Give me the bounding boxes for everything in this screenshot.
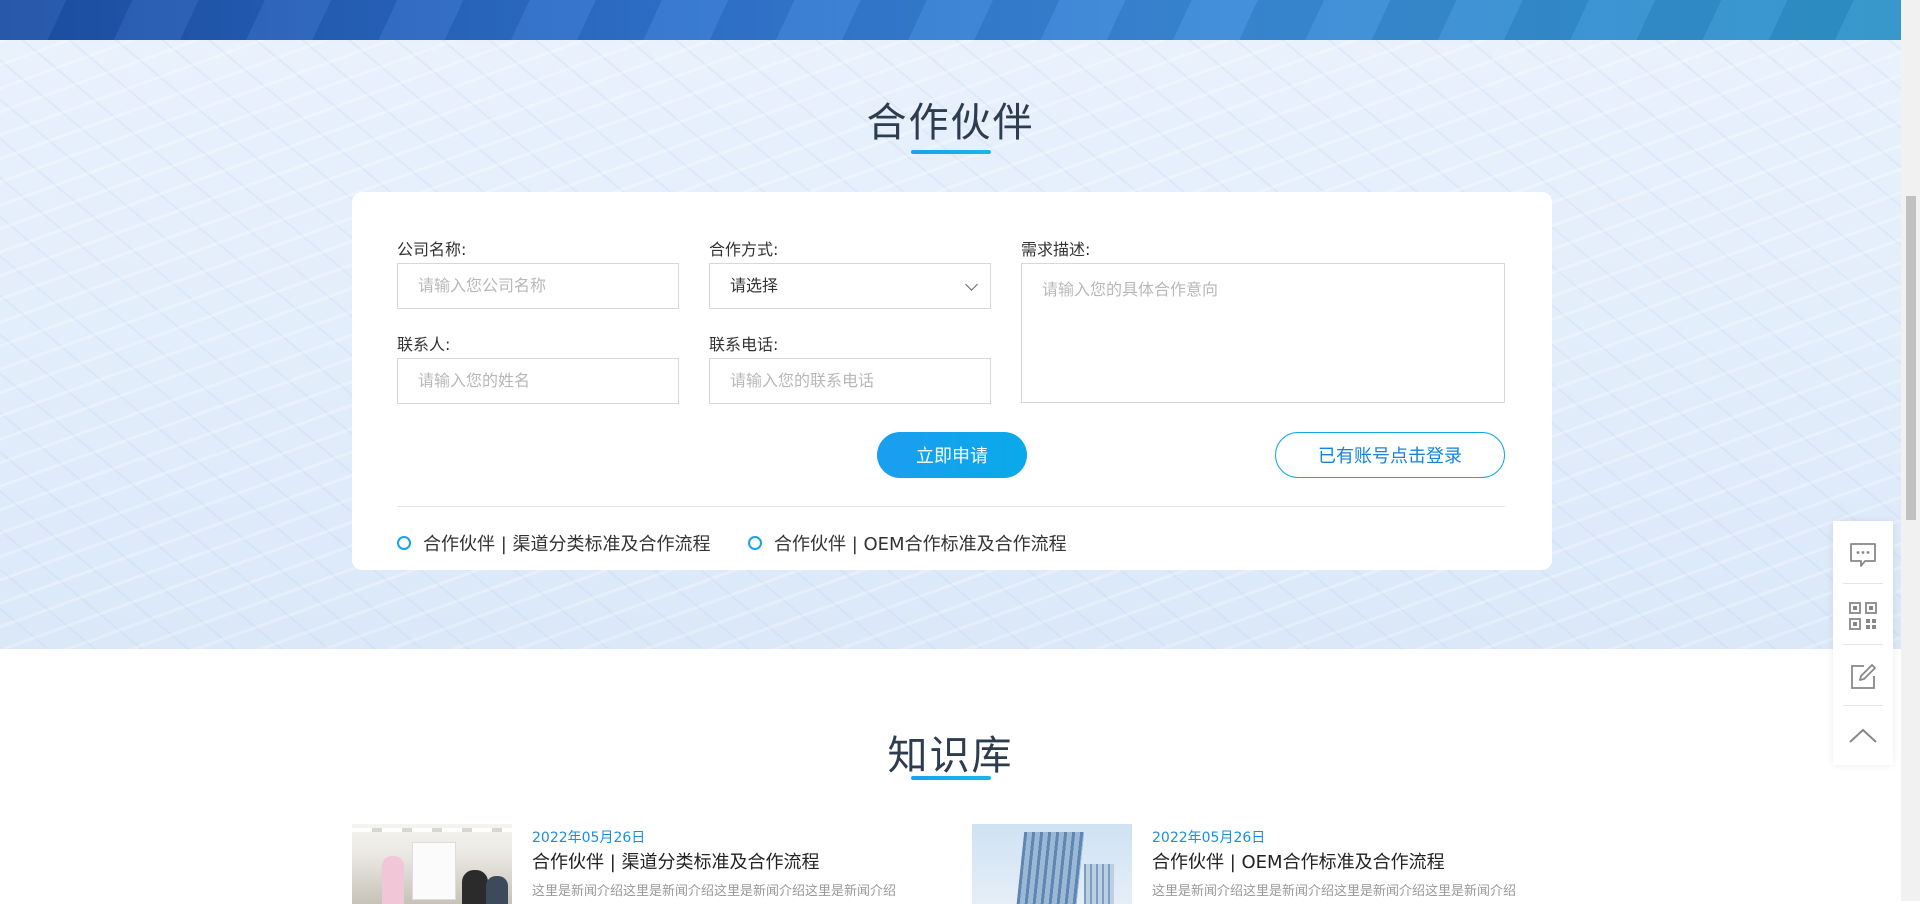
knowledge-section: 知识库 2022年05月26日 合作伙伴 | 渠道分类标准及合作流程 这里是新闻… (0, 649, 1901, 904)
news-thumbnail-image[interactable] (352, 824, 512, 904)
news-item[interactable]: 2022年05月26日 合作伙伴 | OEM合作标准及合作流程 这里是新闻介绍这… (972, 824, 1572, 904)
form-divider (397, 506, 1505, 507)
demand-placeholder: 请输入您的具体合作意向 (1042, 280, 1219, 299)
login-button[interactable]: 已有账号点击登录 (1275, 432, 1505, 478)
scrollbar[interactable] (1901, 0, 1920, 901)
news-title[interactable]: 合作伙伴 | 渠道分类标准及合作流程 (532, 848, 820, 874)
demand-label: 需求描述: (1021, 240, 1091, 259)
phone-placeholder: 请输入您的联系电话 (730, 371, 875, 390)
toolbar-divider (1843, 583, 1883, 584)
news-date: 2022年05月26日 (1152, 830, 1266, 846)
news-date: 2022年05月26日 (532, 830, 646, 846)
apply-button[interactable]: 立即申请 (877, 432, 1027, 478)
circle-bullet-icon (748, 536, 762, 550)
back-to-top-icon (1849, 728, 1877, 743)
qrcode-button[interactable] (1843, 588, 1883, 644)
contact-label: 联系人: (397, 335, 451, 354)
news-thumbnail-image[interactable] (972, 824, 1132, 904)
circle-bullet-icon (397, 536, 411, 550)
toolbar-divider (1843, 644, 1883, 645)
partner-section: 合作伙伴 公司名称: 请输入您公司名称 合作方式: 请选择 需求描述: 请输入您… (0, 40, 1901, 649)
partner-form-card: 公司名称: 请输入您公司名称 合作方式: 请选择 需求描述: 请输入您的具体合作… (352, 192, 1552, 570)
partner-link-label: 合作伙伴 | OEM合作标准及合作流程 (774, 534, 1067, 555)
phone-label: 联系电话: (709, 335, 779, 354)
company-label: 公司名称: (397, 240, 467, 259)
news-description: 这里是新闻介绍这里是新闻介绍这里是新闻介绍这里是新闻介绍 (1152, 884, 1517, 899)
message-button[interactable] (1843, 527, 1883, 583)
news-item[interactable]: 2022年05月26日 合作伙伴 | 渠道分类标准及合作流程 这里是新闻介绍这里… (352, 824, 952, 904)
partner-title: 合作伙伴 (866, 100, 1035, 146)
method-selected-value: 请选择 (730, 276, 779, 295)
chevron-down-icon (965, 278, 978, 291)
knowledge-title: 知识库 (887, 733, 1014, 779)
floating-toolbar (1833, 521, 1893, 765)
message-icon (1850, 543, 1876, 567)
partner-title-underline (911, 150, 991, 154)
toolbar-divider (1843, 705, 1883, 706)
partner-link-oem[interactable]: 合作伙伴 | OEM合作标准及合作流程 (748, 530, 1067, 556)
company-placeholder: 请输入您公司名称 (418, 276, 547, 295)
contact-input[interactable]: 请输入您的姓名 (397, 358, 679, 404)
edit-icon (1851, 664, 1876, 689)
method-label: 合作方式: (709, 240, 779, 259)
news-description: 这里是新闻介绍这里是新闻介绍这里是新闻介绍这里是新闻介绍 (532, 884, 897, 899)
knowledge-title-underline (911, 776, 991, 780)
partner-link-channel[interactable]: 合作伙伴 | 渠道分类标准及合作流程 (397, 530, 711, 556)
phone-input[interactable]: 请输入您的联系电话 (709, 358, 991, 404)
scrollbar-thumb[interactable] (1906, 196, 1916, 520)
news-title[interactable]: 合作伙伴 | OEM合作标准及合作流程 (1152, 848, 1445, 874)
top-banner-image (0, 0, 1901, 40)
partner-link-label: 合作伙伴 | 渠道分类标准及合作流程 (423, 534, 711, 555)
contact-placeholder: 请输入您的姓名 (418, 371, 531, 390)
qrcode-icon (1849, 602, 1877, 630)
company-input[interactable]: 请输入您公司名称 (397, 263, 679, 309)
back-to-top-button[interactable] (1843, 708, 1883, 764)
method-select[interactable]: 请选择 (709, 263, 991, 309)
demand-textarea[interactable]: 请输入您的具体合作意向 (1021, 263, 1505, 403)
edit-button[interactable] (1843, 649, 1883, 705)
